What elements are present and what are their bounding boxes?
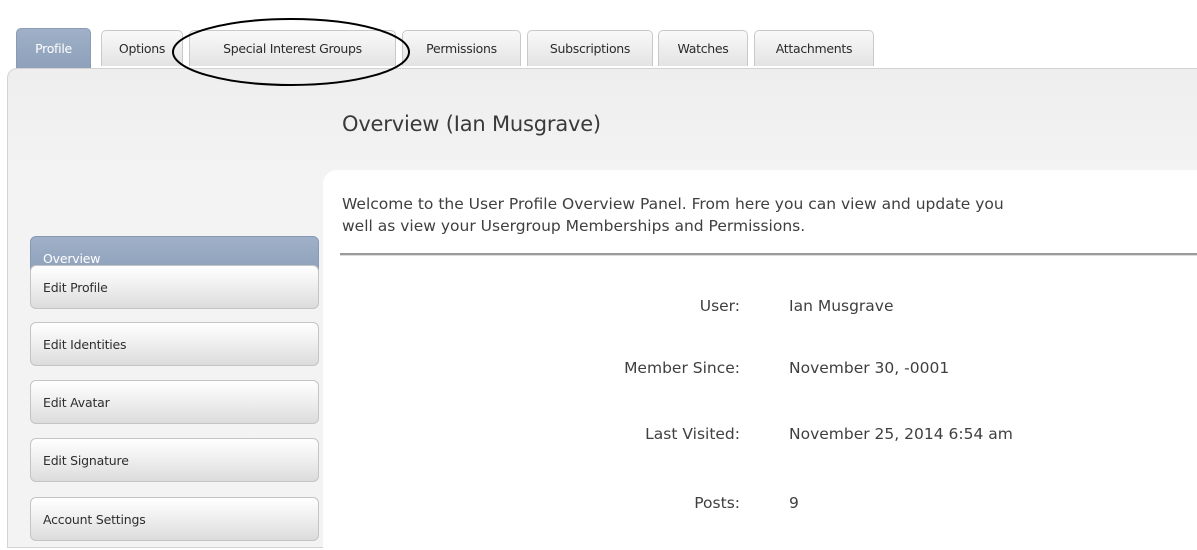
divider — [340, 253, 1197, 256]
intro-line-1: Welcome to the User Profile Overview Pan… — [342, 195, 1004, 213]
info-row-user: User: Ian Musgrave — [340, 297, 1197, 321]
info-row-member-since: Member Since: November 30, -0001 — [340, 359, 1197, 383]
info-value: November 25, 2014 6:54 am — [789, 425, 1013, 443]
page-title: Overview (Ian Musgrave) — [342, 112, 601, 136]
info-label: User: — [699, 297, 740, 315]
tab-profile[interactable]: Profile — [16, 28, 91, 69]
tab-special-interest-groups[interactable]: Special Interest Groups — [189, 30, 396, 66]
intro-text: Welcome to the User Profile Overview Pan… — [342, 193, 1197, 237]
sidebar-item-edit-identities[interactable]: Edit Identities — [30, 322, 319, 366]
info-row-last-visited: Last Visited: November 25, 2014 6:54 am — [340, 425, 1197, 449]
info-row-posts: Posts: 9 — [340, 494, 1197, 518]
intro-line-2: well as view your Usergroup Memberships … — [342, 217, 806, 235]
tab-options[interactable]: Options — [101, 30, 183, 66]
tab-subscriptions[interactable]: Subscriptions — [527, 30, 653, 66]
sidebar-item-edit-profile[interactable]: Edit Profile — [30, 265, 319, 309]
info-value: 9 — [789, 494, 799, 512]
info-label: Posts: — [694, 494, 740, 512]
tab-attachments[interactable]: Attachments — [754, 30, 874, 66]
sidebar-item-account-settings[interactable]: Account Settings — [30, 497, 319, 541]
info-label: Last Visited: — [645, 425, 740, 443]
info-value: November 30, -0001 — [789, 359, 950, 377]
sidebar-item-edit-signature[interactable]: Edit Signature — [30, 438, 319, 482]
tab-permissions[interactable]: Permissions — [402, 30, 521, 66]
sidebar-item-edit-avatar[interactable]: Edit Avatar — [30, 380, 319, 424]
info-label: Member Since: — [624, 359, 740, 377]
info-value: Ian Musgrave — [789, 297, 894, 315]
tab-watches[interactable]: Watches — [658, 30, 748, 66]
